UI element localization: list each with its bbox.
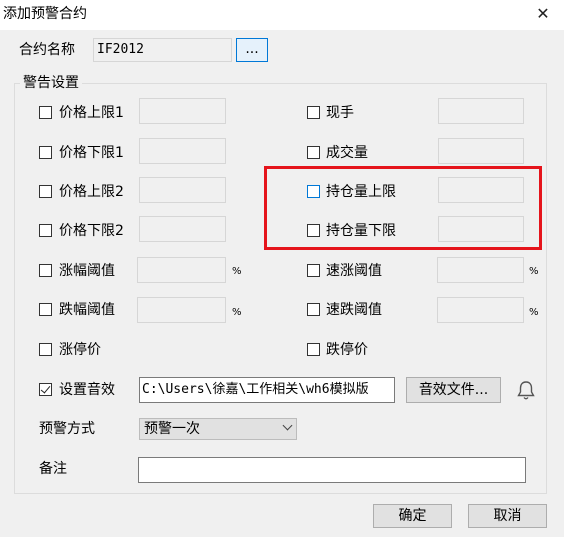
cancel-button[interactable]: 取消 — [468, 504, 547, 528]
rise-threshold-label: 涨幅阈值 — [59, 263, 115, 279]
volume-checkbox[interactable] — [307, 146, 320, 159]
sound-path-input[interactable]: C:\Users\徐嘉\工作相关\wh6模拟版 — [139, 377, 395, 403]
note-input[interactable] — [138, 457, 526, 483]
price-lower-2-label: 价格下限2 — [59, 223, 124, 239]
ok-button[interactable]: 确定 — [373, 504, 452, 528]
fast-fall-label: 速跌阈值 — [326, 302, 382, 318]
note-label: 备注 — [39, 461, 67, 477]
open-interest-lower-label: 持仓量下限 — [326, 223, 396, 239]
price-upper-2-checkbox[interactable] — [39, 185, 52, 198]
price-upper-1-checkbox[interactable] — [39, 106, 52, 119]
sound-file-button[interactable]: 音效文件... — [406, 377, 501, 403]
current-hand-label: 现手 — [326, 105, 354, 121]
fast-rise-input[interactable] — [437, 257, 524, 283]
fall-threshold-label: 跌幅阈值 — [59, 302, 115, 318]
limit-down-label: 跌停价 — [326, 342, 368, 358]
limit-up-checkbox[interactable] — [39, 343, 52, 356]
rise-threshold-checkbox[interactable] — [39, 264, 52, 277]
method-select-value: 预警一次 — [144, 421, 200, 437]
price-lower-1-label: 价格下限1 — [59, 145, 124, 161]
current-hand-input[interactable] — [438, 98, 524, 124]
fast-rise-label: 速涨阈值 — [326, 263, 382, 279]
chevron-down-icon — [282, 420, 293, 431]
price-lower-2-input[interactable] — [139, 216, 226, 242]
open-interest-lower-input[interactable] — [438, 216, 524, 242]
price-lower-2-checkbox[interactable] — [39, 224, 52, 237]
sound-checkbox[interactable] — [39, 383, 52, 396]
contract-browse-button[interactable]: ... — [236, 38, 268, 62]
price-lower-1-checkbox[interactable] — [39, 146, 52, 159]
fast-fall-checkbox[interactable] — [307, 303, 320, 316]
method-select[interactable]: 预警一次 — [139, 418, 297, 440]
method-label: 预警方式 — [39, 421, 95, 437]
fall-threshold-unit: % — [232, 307, 242, 318]
fast-fall-input[interactable] — [437, 297, 524, 323]
volume-label: 成交量 — [326, 145, 368, 161]
price-lower-1-input[interactable] — [139, 138, 226, 164]
price-upper-1-label: 价格上限1 — [59, 105, 124, 121]
close-icon[interactable]: ✕ — [531, 3, 555, 25]
price-upper-2-label: 价格上限2 — [59, 184, 124, 200]
current-hand-checkbox[interactable] — [307, 106, 320, 119]
contract-input[interactable]: IF2012 — [93, 38, 232, 62]
fast-fall-unit: % — [529, 307, 539, 318]
fall-threshold-checkbox[interactable] — [39, 303, 52, 316]
volume-input[interactable] — [438, 138, 524, 164]
open-interest-lower-checkbox[interactable] — [307, 224, 320, 237]
open-interest-upper-label: 持仓量上限 — [326, 184, 396, 200]
limit-up-label: 涨停价 — [59, 342, 101, 358]
warning-settings-title: 警告设置 — [20, 74, 82, 92]
price-upper-1-input[interactable] — [139, 98, 226, 124]
contract-label: 合约名称 — [19, 42, 75, 58]
window-title: 添加预警合约 — [3, 6, 87, 22]
limit-down-checkbox[interactable] — [307, 343, 320, 356]
rise-threshold-input[interactable] — [137, 257, 226, 283]
open-interest-upper-checkbox[interactable] — [307, 185, 320, 198]
fast-rise-unit: % — [529, 266, 539, 277]
rise-threshold-unit: % — [232, 266, 242, 277]
bell-icon[interactable] — [516, 380, 536, 402]
price-upper-2-input[interactable] — [139, 177, 226, 203]
open-interest-upper-input[interactable] — [438, 177, 524, 203]
fast-rise-checkbox[interactable] — [307, 264, 320, 277]
fall-threshold-input[interactable] — [137, 297, 226, 323]
sound-label: 设置音效 — [59, 382, 115, 398]
